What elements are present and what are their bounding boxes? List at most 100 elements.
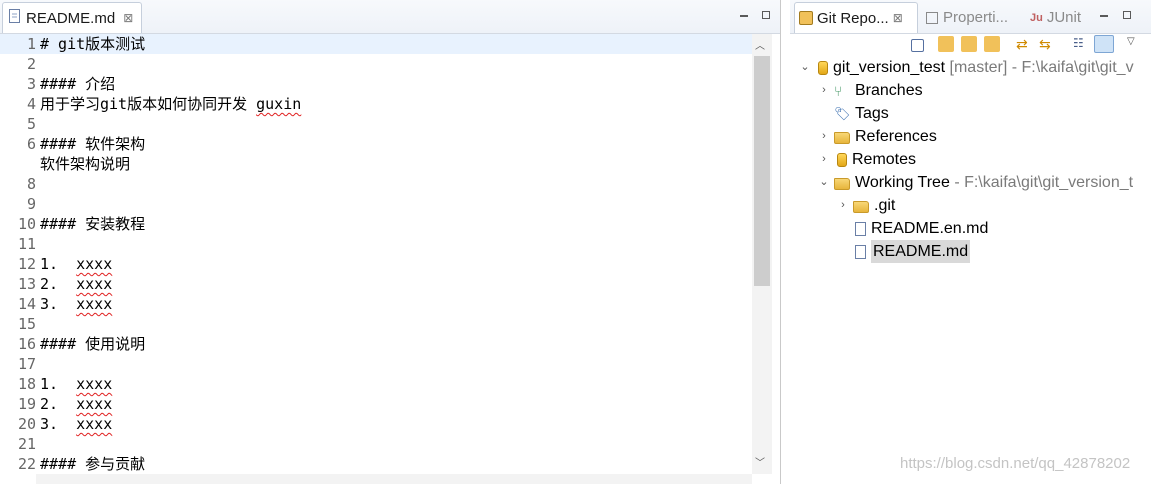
tab-junit[interactable]: Ju JUnit	[1026, 2, 1085, 33]
hierarchy-icon[interactable]: ☷	[1073, 36, 1089, 52]
tree-label: Branches	[855, 82, 923, 99]
code-line[interactable]: 1 # git版本测试	[0, 34, 752, 54]
code-editor[interactable]: 1 # git版本测试 2 3 #### 介绍 4 用于学习git版本如何协同开发 guxi…	[0, 34, 752, 474]
tree-item-remotes[interactable]: › Remotes	[817, 148, 916, 171]
code-line[interactable]: 10 #### 安装教程	[0, 214, 752, 234]
chevron-down-icon[interactable]: ⌄	[798, 56, 812, 79]
code-line[interactable]: 20 3. xxxx	[0, 414, 752, 434]
line-number: 2	[26, 55, 36, 73]
code-line[interactable]: 6 #### 软件架构	[0, 134, 752, 154]
tree-label-selected: README.md	[871, 240, 971, 263]
line-number: 3	[26, 75, 36, 93]
file-icon	[855, 244, 866, 259]
line-number: 21	[17, 435, 36, 453]
code-line[interactable]: 18 1. xxxx	[0, 374, 752, 394]
line-text: #### 参与贡献	[40, 455, 146, 473]
editor-pane: README.md ⊠ 1 # git版本测试 2 3 #### 介绍 4 用于学习git版…	[0, 0, 781, 484]
close-icon[interactable]: ⊠	[893, 11, 903, 25]
scroll-thumb[interactable]	[754, 56, 770, 286]
tree-label: Tags	[855, 105, 889, 122]
properties-icon	[926, 11, 938, 24]
editor-tabbar: README.md ⊠	[0, 0, 780, 34]
code-line[interactable]: 8	[0, 174, 752, 194]
code-line[interactable]: 21	[0, 434, 752, 454]
tree-item-readme-en[interactable]: README.en.md	[850, 217, 988, 240]
junit-icon: Ju	[1030, 11, 1043, 24]
minimize-icon[interactable]	[1100, 8, 1108, 22]
code-line[interactable]: 2	[0, 54, 752, 74]
tree-item-working-tree[interactable]: ⌄ Working Tree - F:\kaifa\git\git_versio…	[817, 171, 1133, 194]
code-line[interactable]: 15	[0, 314, 752, 334]
line-text: #### 介绍	[40, 75, 116, 93]
line-text: 3. xxxx	[40, 415, 113, 433]
folder-icon	[853, 200, 869, 213]
code-line[interactable]: 12 1. xxxx	[0, 254, 752, 274]
line-number: 1	[26, 35, 36, 53]
collapse-all-icon[interactable]	[911, 39, 924, 52]
chevron-right-icon[interactable]: ›	[817, 125, 831, 148]
code-line[interactable]: 9	[0, 194, 752, 214]
link-icon[interactable]: ⇄	[1016, 36, 1032, 52]
vertical-scrollbar[interactable]: ︿ ﹀	[752, 34, 772, 474]
line-number: 17	[17, 355, 36, 373]
code-line[interactable]: 3 #### 介绍	[0, 74, 752, 94]
link-with-selection-icon[interactable]	[1094, 35, 1114, 53]
file-icon	[9, 9, 21, 27]
scroll-up-icon[interactable]: ︿	[755, 37, 765, 52]
horizontal-scrollbar[interactable]	[36, 474, 752, 484]
create-repository-icon[interactable]	[984, 36, 1000, 52]
code-line[interactable]: 4 用于学习git版本如何协同开发 guxin	[0, 94, 752, 114]
code-line[interactable]: 5	[0, 114, 752, 134]
line-text: # git版本测试	[40, 35, 146, 53]
refresh-icon[interactable]: ⇆	[1039, 36, 1055, 52]
tree-item-references[interactable]: › References	[817, 125, 937, 148]
code-line[interactable]: 软件架构说明	[0, 154, 752, 174]
line-number: 8	[26, 175, 36, 193]
line-number: 10	[17, 215, 36, 233]
chevron-down-icon[interactable]: ⌄	[817, 171, 831, 194]
chevron-right-icon[interactable]: ›	[817, 79, 831, 102]
line-number: 20	[17, 415, 36, 433]
tree-item-git-folder[interactable]: › .git	[836, 194, 895, 217]
tab-git-repositories[interactable]: Git Repo... ⊠	[794, 2, 918, 33]
tree-item-readme[interactable]: README.md	[850, 240, 971, 263]
code-line[interactable]: 17	[0, 354, 752, 374]
line-number: 5	[26, 115, 36, 133]
tree-item-repository[interactable]: ⌄ git_version_test [master] - F:\kaifa\g…	[798, 56, 1133, 79]
line-text: 1. xxxx	[40, 375, 113, 393]
minimize-icon[interactable]	[740, 8, 748, 22]
clone-repository-icon[interactable]	[961, 36, 977, 52]
close-icon[interactable]: ⊠	[123, 11, 133, 25]
code-line[interactable]: 22 #### 参与贡献	[0, 454, 752, 474]
code-line[interactable]: 16 #### 使用说明	[0, 334, 752, 354]
line-text: #### 软件架构	[40, 135, 146, 153]
tab-title: README.md	[26, 9, 116, 27]
code-line[interactable]: 19 2. xxxx	[0, 394, 752, 414]
line-number: 16	[17, 335, 36, 353]
add-repository-icon[interactable]	[938, 36, 954, 52]
line-number: 19	[17, 395, 36, 413]
tree-label: .git	[874, 197, 896, 214]
tab-properties[interactable]: Properti...	[922, 2, 1012, 33]
scroll-down-icon[interactable]: ﹀	[755, 454, 765, 469]
tab-label: JUnit	[1046, 9, 1082, 26]
git-icon	[799, 11, 813, 25]
git-repositories-pane: Git Repo... ⊠ Properti... Ju JUnit ⇄ ⇆ ☷…	[790, 0, 1151, 484]
working-tree-path: - F:\kaifa\git\git_version_t	[954, 174, 1134, 191]
maximize-icon[interactable]	[762, 8, 770, 22]
file-icon	[855, 221, 866, 236]
line-number: 4	[26, 95, 36, 113]
line-text: #### 安装教程	[40, 215, 146, 233]
tab-readme[interactable]: README.md ⊠	[2, 2, 142, 33]
view-menu-icon[interactable]: ▽	[1127, 36, 1143, 52]
code-line[interactable]: 13 2. xxxx	[0, 274, 752, 294]
line-text: 3. xxxx	[40, 295, 113, 313]
tree-item-tags[interactable]: 🏷 Tags	[817, 102, 889, 125]
code-line[interactable]: 11	[0, 234, 752, 254]
chevron-right-icon[interactable]: ›	[836, 194, 850, 217]
tree-item-branches[interactable]: › ⑂ Branches	[817, 79, 923, 102]
line-number: 15	[17, 315, 36, 333]
code-line[interactable]: 14 3. xxxx	[0, 294, 752, 314]
chevron-right-icon[interactable]: ›	[817, 148, 831, 171]
maximize-icon[interactable]	[1123, 8, 1131, 22]
